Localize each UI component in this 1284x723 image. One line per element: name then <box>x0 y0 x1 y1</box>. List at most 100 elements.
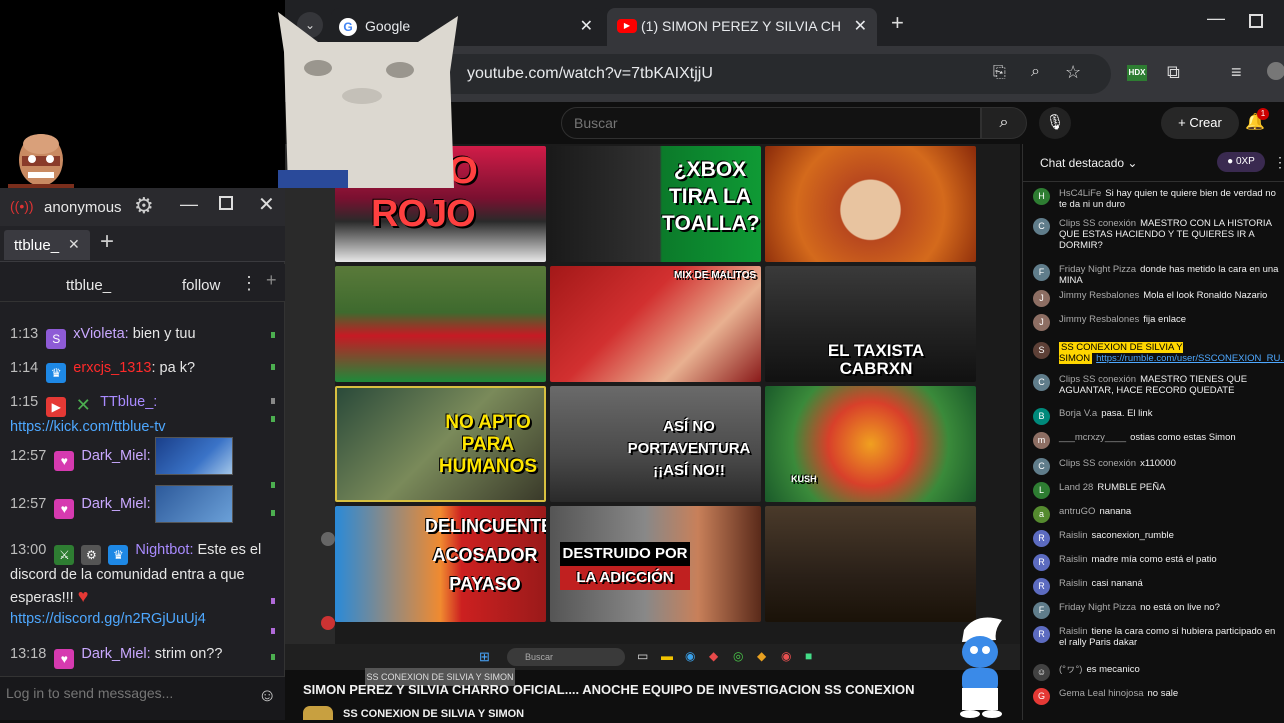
user-avatar[interactable]: R <box>1033 578 1050 595</box>
tab-youtube[interactable]: ▶ (1) SIMON PEREZ Y SILVIA CHA ✕ <box>607 8 877 46</box>
media-controls-icon[interactable]: ≡ <box>1231 62 1242 83</box>
video-thumbnail[interactable]: KUSH <box>765 386 976 502</box>
video-thumbnail[interactable] <box>765 506 976 622</box>
live-chat-author[interactable]: Clips SS conexión <box>1059 458 1136 469</box>
live-chat-author[interactable]: Jimmy Resbalones <box>1059 314 1139 325</box>
video-thumbnail[interactable]: NO APTO PARA HUMANOS <box>335 386 546 502</box>
live-chat-author[interactable]: Jimmy Resbalones <box>1059 290 1139 301</box>
message-link[interactable]: https://discord.gg/n2RGjUuUj4 <box>10 611 206 627</box>
video-thumbnail[interactable]: MIX DE MALITOS <box>550 266 761 382</box>
search-input[interactable] <box>574 115 954 131</box>
live-chat-author[interactable]: Clips SS conexión <box>1059 374 1136 385</box>
app-icon[interactable]: ■ <box>805 649 812 663</box>
username[interactable]: Dark_Miel <box>81 496 146 512</box>
search-button[interactable]: ⌕ <box>981 107 1027 139</box>
channel-name[interactable]: SS CONEXION DE SILVIA Y SIMON <box>343 708 524 720</box>
tab-ttblue[interactable]: ttblue_ ✕ <box>4 230 90 260</box>
live-chat-author[interactable]: Friday Night Pizza <box>1059 602 1136 613</box>
live-chat-mode-dropdown[interactable]: Chat destacado ⌄ <box>1040 156 1137 170</box>
user-avatar[interactable]: C <box>1033 374 1050 391</box>
live-chat-author[interactable]: Borja V.a <box>1059 408 1097 419</box>
app-icon[interactable]: ◆ <box>709 649 718 663</box>
user-avatar[interactable]: J <box>1033 290 1050 307</box>
live-chat-author[interactable]: antruGO <box>1059 506 1095 517</box>
user-avatar[interactable]: H <box>1033 188 1050 205</box>
user-avatar[interactable]: C <box>1033 458 1050 475</box>
user-avatar[interactable]: L <box>1033 482 1050 499</box>
channel-avatar[interactable] <box>303 706 333 720</box>
live-chat-author[interactable]: (°ヮ°) <box>1059 664 1082 675</box>
user-avatar[interactable]: ☺ <box>1033 664 1050 681</box>
add-split-icon[interactable]: + <box>266 270 277 291</box>
edge-icon[interactable]: ◉ <box>685 649 695 663</box>
taskbar-search[interactable]: Buscar <box>507 648 625 666</box>
live-chat-author[interactable]: HsC4LiFe <box>1059 188 1101 199</box>
live-chat-author[interactable]: Raislin <box>1059 554 1088 565</box>
user-avatar[interactable]: R <box>1033 626 1050 643</box>
video-thumbnail[interactable] <box>335 266 546 382</box>
username[interactable]: Dark_Miel <box>81 448 146 464</box>
tab-close-icon[interactable]: ✕ <box>580 16 593 36</box>
minimize-icon[interactable]: — <box>180 194 198 215</box>
user-avatar[interactable]: F <box>1033 264 1050 281</box>
user-avatar[interactable]: R <box>1033 554 1050 571</box>
user-avatar[interactable]: S <box>1033 342 1050 359</box>
chrome-icon[interactable]: ◎ <box>733 649 743 663</box>
username[interactable]: erxcjs_1313 <box>73 360 151 376</box>
video-player[interactable]: FONO ROJO ¿XBOX TIRA LA TOALLA? MIX DE M… <box>285 144 1020 670</box>
live-chat-author[interactable]: Raislin <box>1059 578 1088 589</box>
minimize-icon[interactable]: — <box>1207 8 1225 29</box>
user-avatar[interactable]: F <box>1033 602 1050 619</box>
user-avatar[interactable]: m <box>1033 432 1050 449</box>
task-view-icon[interactable]: ▭ <box>637 649 648 663</box>
windows-start-icon[interactable]: ⊞ <box>479 649 490 665</box>
live-chat-author[interactable]: ___mcrxzy____ <box>1059 432 1126 443</box>
maximize-icon[interactable] <box>1249 14 1263 28</box>
message-link[interactable]: https://kick.com/ttblue-tv <box>10 419 166 435</box>
message-input[interactable] <box>6 685 246 701</box>
username[interactable]: xViolet <box>73 326 116 342</box>
video-thumbnail[interactable]: DELINCUENTE ACOSADOR PAYASO <box>335 506 546 622</box>
file-explorer-icon[interactable]: ▬ <box>661 649 673 663</box>
user-avatar[interactable]: C <box>1033 218 1050 235</box>
username[interactable]: Nightbot <box>135 542 189 558</box>
user-avatar[interactable]: J <box>1033 314 1050 331</box>
extensions-puzzle-icon[interactable]: ⧉ <box>1167 62 1180 83</box>
user-avatar[interactable]: G <box>1033 688 1050 705</box>
follow-button[interactable]: follow <box>182 277 220 294</box>
tab-close-icon[interactable]: ✕ <box>68 236 80 253</box>
tab-close-icon[interactable]: ✕ <box>854 16 867 36</box>
video-thumbnail[interactable]: DESTRUIDO POR LA ADICCIÓN <box>550 506 761 622</box>
app-icon[interactable]: ◆ <box>757 649 766 663</box>
app-icon[interactable]: ◉ <box>781 649 791 663</box>
close-icon[interactable]: ✕ <box>258 192 275 217</box>
live-chat-author[interactable]: Land 28 <box>1059 482 1093 493</box>
user-avatar[interactable]: R <box>1033 530 1050 547</box>
voice-search-button[interactable]: 🎙 <box>1039 107 1071 139</box>
live-chat-author[interactable]: Raislin <box>1059 626 1088 637</box>
points-badge[interactable]: ● 0XP <box>1217 152 1265 172</box>
live-chat-author[interactable]: Gema Leal hinojosa <box>1059 688 1144 699</box>
extension-icon[interactable]: HDX <box>1127 65 1147 81</box>
user-avatar[interactable]: B <box>1033 408 1050 425</box>
live-chat-author[interactable]: Clips SS conexión <box>1059 218 1136 229</box>
more-options-icon[interactable]: ⋮ <box>240 273 258 294</box>
emoji-icon[interactable]: ☺ <box>258 685 276 706</box>
video-thumbnail[interactable] <box>765 146 976 262</box>
live-chat-author[interactable]: Friday Night Pizza <box>1059 264 1136 275</box>
user-avatar[interactable]: a <box>1033 506 1050 523</box>
username[interactable]: Dark_Miel <box>81 646 146 662</box>
maximize-icon[interactable] <box>219 196 233 210</box>
video-thumbnail[interactable]: ASÍ NO PORTAVENTURA ¡¡ASÍ NO!! <box>550 386 761 502</box>
address-bar[interactable]: ⚲ youtube.com/watch?v=7tbKAIXtjjU ⎘ ⌕ ☆ <box>421 54 1111 94</box>
create-button[interactable]: + Crear <box>1161 107 1239 139</box>
video-thumbnail[interactable]: ¿XBOX TIRA LA TOALLA? <box>550 146 761 262</box>
zoom-icon[interactable]: ⌕ <box>1031 63 1040 81</box>
settings-gear-icon[interactable]: ⚙ <box>134 193 154 219</box>
video-thumbnail[interactable]: EL TAXISTA CABRXN <box>765 266 976 382</box>
username[interactable]: TTblue_ <box>100 394 153 410</box>
install-app-icon[interactable]: ⎘ <box>993 64 1006 82</box>
more-options-icon[interactable]: ⋮ <box>1273 154 1284 171</box>
add-tab-icon[interactable]: + <box>100 228 114 256</box>
channel-name[interactable]: ttblue_ <box>66 277 111 294</box>
